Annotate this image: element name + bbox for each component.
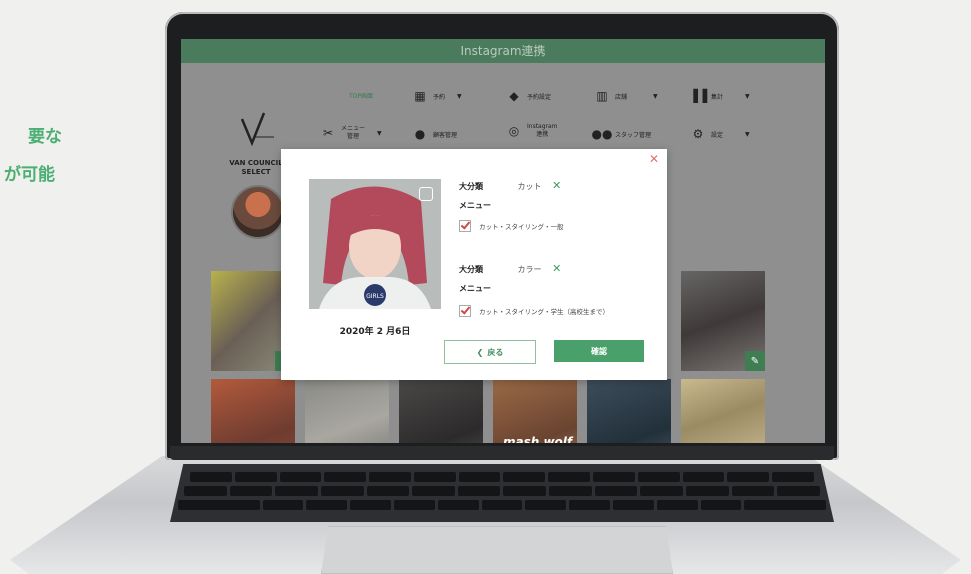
remove-category-icon[interactable]: ✕ [552,179,561,192]
nav-aggregate[interactable]: ▐▐ 集計 ▼ [688,89,750,103]
app-title-bar: Instagram連携 [181,39,825,63]
grid-photo-10[interactable]: mash wolf [493,379,577,443]
nav-instagram-label-1: Instagram [527,123,558,130]
nav-aggregate-label: 集計 [711,93,724,101]
category-value: カット [517,182,542,191]
nav-reservation-label: 予約 [433,93,446,101]
nav-top-label: TOP画面 [349,93,374,100]
chevron-left-icon: ❮ [476,347,484,357]
nav-reservation[interactable]: ▦ 予約 ▼ [413,89,462,103]
nav-settings-label: 設定 [711,131,724,139]
nav-staff-manage-label: スタッフ管理 [615,131,652,139]
chevron-down-icon[interactable]: ▼ [457,93,462,100]
photo-date: 2020年 2 月6日 [339,327,411,337]
chevron-down-icon[interactable]: ▼ [745,131,750,138]
menu-option-1[interactable]: カット・スタイリング・一般 [459,220,564,232]
grid-photo-11[interactable] [587,379,671,443]
calendar-icon: ▦ [414,89,426,103]
chevron-down-icon[interactable]: ▼ [745,93,750,100]
category-row-1: 大分類 カット ✕ [459,179,561,192]
category-label: 大分類 [459,265,483,274]
menu-checkbox[interactable] [459,305,471,317]
logo-mark-icon [234,109,278,149]
instagram-category-modal: ✕ GIRLS 2020年 2 月6日 大分類 カット ✕ メニュー カット・ス… [281,149,667,380]
nav-store-label: 店舗 [615,93,628,101]
close-icon[interactable]: ✕ [649,152,659,166]
nav-customer-manage-label: 顧客管理 [433,131,458,139]
grid-photo-12[interactable] [681,379,765,443]
caption-line-1: 要な [28,127,62,147]
category-value: カラー [517,265,542,274]
scissors-icon: ✂ [322,126,334,140]
back-button-label: 戻る [487,347,504,357]
back-button[interactable]: ❮ 戻る [444,340,536,364]
photo-select-checkbox[interactable] [419,187,433,201]
users-icon: ●● [591,127,613,141]
menu-option-label: カット・スタイリング・学生（高校生まで） [479,308,609,316]
nav-reservation-settings-label: 予約設定 [527,93,552,101]
nav-menu-manage-label-2: 管理 [347,133,360,140]
menu-label: メニュー [459,201,491,210]
gear-icon: ⚙ [692,127,704,141]
nav-instagram[interactable]: ◎ Instagram 連携 [507,123,558,139]
store-icon: ▥ [596,89,608,103]
grid-photo-9[interactable] [399,379,483,443]
nav-store[interactable]: ▥ 店舗 ▼ [595,89,658,103]
confirm-button[interactable]: 確認 [554,340,644,362]
tag-icon: ◆ [509,89,519,103]
nav-reservation-settings[interactable]: ◆ 予約設定 [507,89,551,103]
nav-staff-manage[interactable]: ●● スタッフ管理 [591,127,652,141]
nav-menu-manage-label-1: メニュー [341,125,366,132]
grid-photo-8[interactable] [305,379,389,443]
user-icon: ● [414,127,426,141]
nav-instagram-label-2: 連携 [536,131,549,138]
remove-category-icon[interactable]: ✕ [552,262,561,275]
edit-pencil-icon[interactable]: ✎ [745,351,765,371]
menu-option-label: カット・スタイリング・一般 [479,223,564,231]
chevron-down-icon[interactable]: ▼ [377,130,382,137]
menu-label: メニュー [459,284,491,293]
instagram-icon: ◎ [508,124,520,138]
caption-line-2: が可能 [4,165,55,185]
nav-customer-manage[interactable]: ● 顧客管理 [413,127,457,141]
menu-checkbox[interactable] [459,220,471,232]
chevron-down-icon[interactable]: ▼ [653,93,658,100]
trackpad [321,526,673,574]
menu-option-2[interactable]: カット・スタイリング・学生（高校生まで） [459,305,609,317]
keyboard [170,464,834,522]
category-row-2: 大分類 カラー ✕ [459,262,561,275]
selected-photo: GIRLS [309,179,441,309]
tile-caption: mash wolf [503,435,573,443]
nav-settings[interactable]: ⚙ 設定 ▼ [691,127,750,141]
category-label: 大分類 [459,182,483,191]
shirt-text: GIRLS [366,293,384,300]
bar-chart-icon: ▐▐ [688,89,708,103]
nav-top[interactable]: TOP画面 [349,91,373,100]
laptop-hinge [170,446,834,460]
nav-menu-manage[interactable]: ✂ メニュー 管理 ▼ [321,125,382,141]
grid-photo-6[interactable]: ✎ [681,271,765,371]
grid-photo-7[interactable] [211,379,295,443]
profile-avatar [231,185,285,239]
